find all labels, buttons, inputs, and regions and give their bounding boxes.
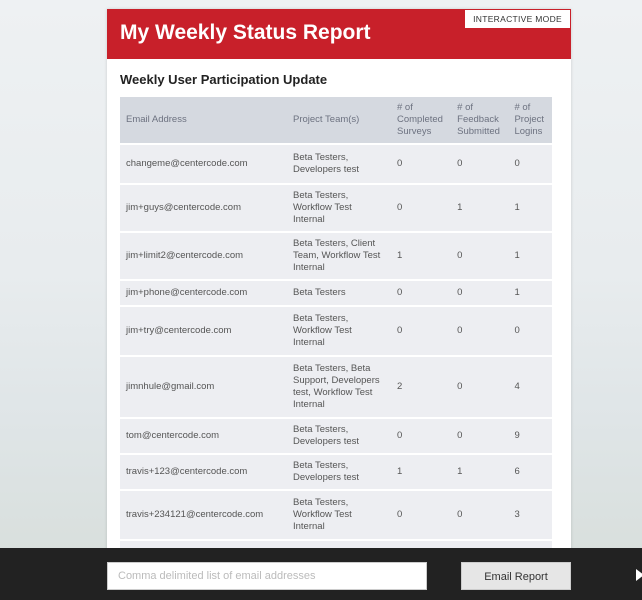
cell-email: jimnhule@gmail.com	[120, 357, 287, 417]
table-row: jim+guys@centercode.com Beta Testers, Wo…	[120, 185, 552, 231]
cell-feedback: 0	[451, 419, 509, 453]
cell-logins: 6	[508, 455, 552, 489]
cell-surveys: 0	[391, 491, 452, 539]
table-row: travis+234121@centercode.com Beta Tester…	[120, 491, 552, 539]
cell-team: Beta Testers, Workflow Test Internal	[287, 185, 391, 231]
report-header: My Weekly Status Report INTERACTIVE MODE	[107, 9, 571, 59]
mouse-cursor-icon	[636, 569, 642, 581]
cell-email: changeme@centercode.com	[120, 145, 287, 183]
table-row: jim+try@centercode.com Beta Testers, Wor…	[120, 307, 552, 355]
cell-team: Beta Testers	[287, 281, 391, 305]
cell-surveys: 2	[391, 357, 452, 417]
cell-email: jim+guys@centercode.com	[120, 185, 287, 231]
cell-email: travis+123@centercode.com	[120, 455, 287, 489]
cell-feedback: 0	[451, 145, 509, 183]
header-surveys: # of Completed Surveys	[391, 97, 452, 143]
table-row: jim+limit2@centercode.com Beta Testers, …	[120, 233, 552, 279]
cell-feedback: 0	[451, 281, 509, 305]
section-title: Weekly User Participation Update	[120, 72, 328, 87]
cell-email: tom@centercode.com	[120, 419, 287, 453]
cell-team: Beta Testers, Workflow Test Internal	[287, 491, 391, 539]
cell-team: Beta Testers, Developers test	[287, 145, 391, 183]
report-card: My Weekly Status Report INTERACTIVE MODE…	[107, 9, 571, 569]
cell-logins: 3	[508, 491, 552, 539]
email-report-button[interactable]: Email Report	[461, 562, 571, 590]
cell-feedback: 1	[451, 455, 509, 489]
table-row: travis+123@centercode.com Beta Testers, …	[120, 455, 552, 489]
cell-logins: 0	[508, 145, 552, 183]
cell-surveys: 0	[391, 145, 452, 183]
cell-email: travis+234121@centercode.com	[120, 491, 287, 539]
cell-logins: 1	[508, 233, 552, 279]
cell-team: Beta Testers, Developers test	[287, 419, 391, 453]
cell-surveys: 1	[391, 233, 452, 279]
header-feedback: # of Feedback Submitted	[451, 97, 509, 143]
cell-team: Beta Testers, Client Team, Workflow Test…	[287, 233, 391, 279]
cell-feedback: 0	[451, 307, 509, 355]
cell-feedback: 0	[451, 233, 509, 279]
cell-team: Beta Testers, Developers test	[287, 455, 391, 489]
cell-feedback: 0	[451, 357, 509, 417]
cell-logins: 4	[508, 357, 552, 417]
header-team: Project Team(s)	[287, 97, 391, 143]
interactive-mode-badge[interactable]: INTERACTIVE MODE	[465, 10, 570, 28]
cell-logins: 0	[508, 307, 552, 355]
cell-feedback: 1	[451, 185, 509, 231]
cell-team: Beta Testers, Workflow Test Internal	[287, 307, 391, 355]
cell-surveys: 0	[391, 307, 452, 355]
cell-surveys: 0	[391, 185, 452, 231]
email-addresses-input[interactable]: Comma delimited list of email addresses	[107, 562, 427, 590]
table-row: tom@centercode.com Beta Testers, Develop…	[120, 419, 552, 453]
cell-surveys: 1	[391, 455, 452, 489]
cell-feedback: 0	[451, 491, 509, 539]
cell-surveys: 0	[391, 419, 452, 453]
cell-email: jim+limit2@centercode.com	[120, 233, 287, 279]
table-row: changeme@centercode.com Beta Testers, De…	[120, 145, 552, 183]
cell-surveys: 0	[391, 281, 452, 305]
cell-logins: 9	[508, 419, 552, 453]
table-row: jimnhule@gmail.com Beta Testers, Beta Su…	[120, 357, 552, 417]
report-title: My Weekly Status Report	[120, 21, 371, 44]
cell-logins: 1	[508, 281, 552, 305]
header-logins: # of Project Logins	[508, 97, 552, 143]
table-row: jim+phone@centercode.com Beta Testers 0 …	[120, 281, 552, 305]
cell-team: Beta Testers, Beta Support, Developers t…	[287, 357, 391, 417]
participation-table: Email Address Project Team(s) # of Compl…	[120, 95, 552, 567]
cell-email: jim+phone@centercode.com	[120, 281, 287, 305]
cell-email: jim+try@centercode.com	[120, 307, 287, 355]
cell-logins: 1	[508, 185, 552, 231]
table-header-row: Email Address Project Team(s) # of Compl…	[120, 97, 552, 143]
email-report-bar: Comma delimited list of email addresses …	[0, 548, 642, 600]
header-email: Email Address	[120, 97, 287, 143]
